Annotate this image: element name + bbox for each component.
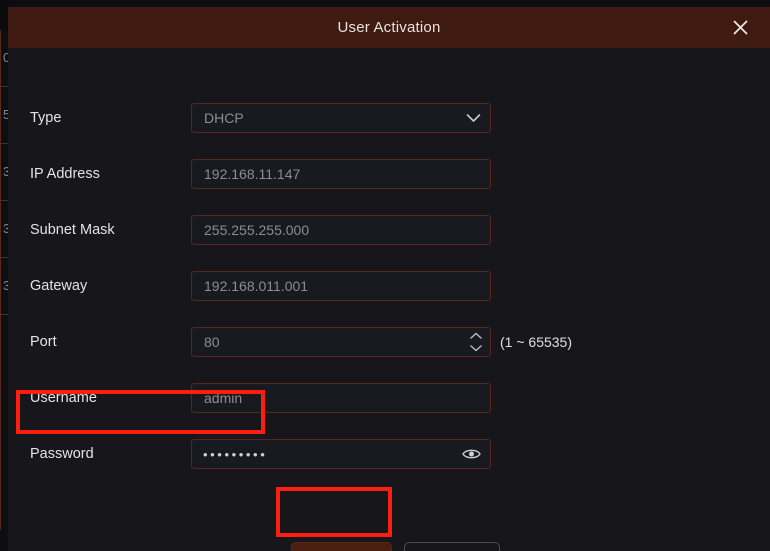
type-select[interactable]: DHCP [191,103,491,133]
label-subnet-mask: Subnet Mask [30,222,115,238]
label-ip-address: IP Address [30,166,100,182]
dialog-title: User Activation [337,19,441,36]
spinner-updown-icon[interactable] [470,332,482,352]
password-input[interactable]: ••••••••• [191,439,491,469]
chevron-down-icon[interactable] [466,113,481,123]
gateway-value: 192.168.011.001 [204,278,309,294]
label-port: Port [30,334,57,350]
port-value: 80 [204,334,220,350]
subnet-mask-value: 255.255.255.000 [204,222,310,238]
form-row-port: Port 80 (1 ~ 65535) [8,327,770,357]
form-row-gateway: Gateway 192.168.011.001 [8,271,770,301]
form-row-subnet-mask: Subnet Mask 255.255.255.000 [8,215,770,245]
form-row-password: Password ••••••••• [8,439,770,469]
close-icon[interactable] [718,7,762,48]
username-input[interactable]: admin [191,383,491,413]
label-gateway: Gateway [30,278,88,294]
spinner-down-icon [470,345,482,352]
password-value: ••••••••• [203,446,268,462]
ip-address-value: 192.168.11.147 [204,166,301,182]
form-row-username: Username admin [8,383,770,413]
eye-icon[interactable] [462,448,481,461]
form-row-type: Type DHCP [8,103,770,133]
screen-root: 0 5 3 3 3 User Activation Type DHCP [0,0,770,551]
user-activation-dialog: User Activation Type DHCP IP Address 192… [8,7,770,551]
port-range-hint: (1 ~ 65535) [500,334,572,350]
gateway-input[interactable]: 192.168.011.001 [191,271,491,301]
type-value: DHCP [204,110,244,126]
label-password: Password [30,446,94,462]
port-input[interactable]: 80 [191,327,491,357]
cancel-button[interactable]: Cancel [404,542,500,551]
label-type: Type [30,110,62,126]
form-row-ip-address: IP Address 192.168.11.147 [8,159,770,189]
dialog-body: Type DHCP IP Address 192.168.11.147 Subn… [8,48,770,551]
ip-address-input[interactable]: 192.168.11.147 [191,159,491,189]
label-username: Username [30,390,97,406]
username-value: admin [204,390,243,406]
spinner-up-icon [470,332,482,339]
subnet-mask-input[interactable]: 255.255.255.000 [191,215,491,245]
dialog-titlebar: User Activation [8,7,770,48]
ok-button[interactable]: OK [291,542,392,551]
